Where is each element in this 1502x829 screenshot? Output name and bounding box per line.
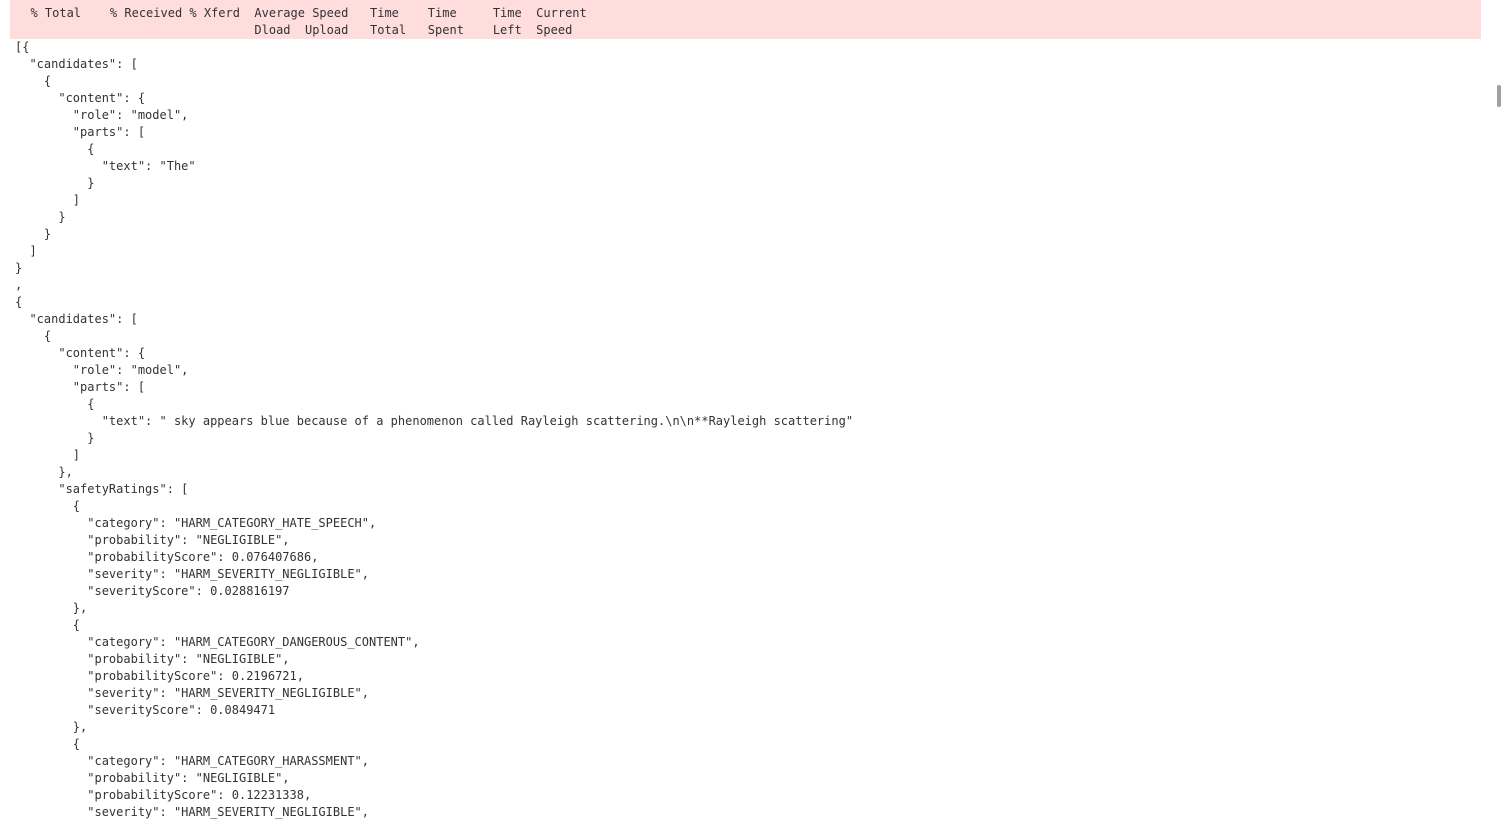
- progress-header-line: % Total % Received % Xferd Average Speed…: [16, 6, 587, 20]
- json-line: "probabilityScore": 0.076407686,: [15, 550, 319, 564]
- json-line: ]: [15, 448, 81, 462]
- json-line: "severity": "HARM_SEVERITY_NEGLIGIBLE",: [15, 805, 370, 819]
- json-line: "severityScore": 0.028816197: [15, 584, 290, 598]
- json-line: {: [15, 397, 95, 411]
- json-line: "candidates": [: [15, 57, 138, 71]
- json-line: }: [15, 210, 66, 224]
- scrollbar-thumb[interactable]: [1497, 85, 1501, 107]
- json-line: "category": "HARM_CATEGORY_HARASSMENT",: [15, 754, 370, 768]
- json-line: [{: [15, 40, 30, 54]
- json-line: "text": " sky appears blue because of a …: [15, 414, 854, 428]
- json-line: ]: [15, 244, 37, 258]
- json-line: "role": "model",: [15, 363, 189, 377]
- json-line: "probability": "NEGLIGIBLE",: [15, 533, 290, 547]
- json-line: "parts": [: [15, 380, 146, 394]
- json-line: "severity": "HARM_SEVERITY_NEGLIGIBLE",: [15, 686, 370, 700]
- json-line: {: [15, 499, 81, 513]
- json-line: "content": {: [15, 91, 146, 105]
- json-line: "content": {: [15, 346, 146, 360]
- json-line: "probabilityScore": 0.2196721,: [15, 669, 304, 683]
- json-line: "probability": "NEGLIGIBLE",: [15, 771, 290, 785]
- vertical-scrollbar[interactable]: [1496, 0, 1502, 829]
- json-line: },: [15, 720, 88, 734]
- json-line: {: [15, 329, 52, 343]
- json-line: {: [15, 74, 52, 88]
- json-line: "safetyRatings": [: [15, 482, 189, 496]
- json-line: "severity": "HARM_SEVERITY_NEGLIGIBLE",: [15, 567, 370, 581]
- json-line: },: [15, 465, 73, 479]
- json-line: {: [15, 618, 81, 632]
- progress-header-line: Dload Upload Total Spent Left Speed: [16, 23, 573, 37]
- json-line: },: [15, 601, 88, 615]
- json-line: "probability": "NEGLIGIBLE",: [15, 652, 290, 666]
- json-line: }: [15, 227, 52, 241]
- json-line: "role": "model",: [15, 108, 189, 122]
- json-line: "text": "The": [15, 159, 196, 173]
- json-line: "probabilityScore": 0.12231338,: [15, 788, 312, 802]
- json-line: {: [15, 295, 23, 309]
- json-line: ]: [15, 193, 81, 207]
- json-line: {: [15, 142, 95, 156]
- json-response-output: [{ "candidates": [ { "content": { "role"…: [10, 39, 1481, 829]
- json-line: "candidates": [: [15, 312, 138, 326]
- json-line: "category": "HARM_CATEGORY_HATE_SPEECH",: [15, 516, 377, 530]
- json-line: }: [15, 261, 23, 275]
- json-line: ,: [15, 278, 23, 292]
- curl-progress-header: % Total % Received % Xferd Average Speed…: [10, 0, 1481, 39]
- json-line: "parts": [: [15, 125, 146, 139]
- json-line: "severityScore": 0.0849471: [15, 703, 276, 717]
- json-line: }: [15, 176, 95, 190]
- json-line: {: [15, 737, 81, 751]
- json-line: }: [15, 431, 95, 445]
- json-line: "category": "HARM_CATEGORY_DANGEROUS_CON…: [15, 635, 420, 649]
